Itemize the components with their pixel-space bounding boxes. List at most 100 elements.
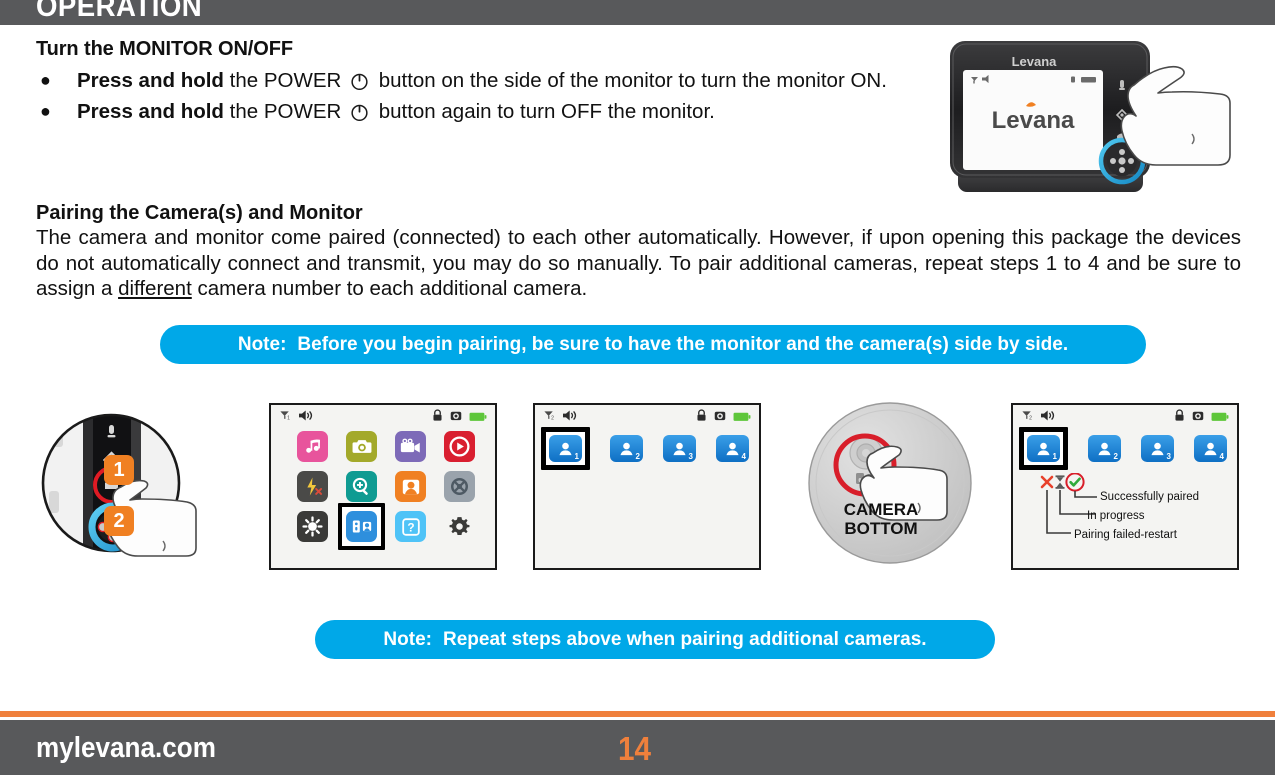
camera-number-row: 1 2 3 4	[1019, 427, 1227, 470]
svg-text:2: 2	[551, 416, 554, 422]
nightlight-off-icon[interactable]	[297, 471, 328, 502]
bullet-2-bold: Press and hold	[77, 100, 224, 123]
camera-select-screen-panel: 2 1 2 3 4	[533, 403, 761, 570]
brightness-icon[interactable]	[297, 511, 328, 542]
paragraph-underlined-word: different	[118, 277, 192, 300]
note-banner-bottom: Note: Repeat steps above when pairing ad…	[315, 620, 995, 659]
battery-icon	[1211, 409, 1229, 427]
bullet-dot-icon: ●	[40, 101, 51, 121]
status-bar: 1	[271, 405, 495, 427]
status-bar-right	[432, 409, 487, 427]
status-bar-right	[696, 409, 751, 427]
monitor-device-illustration: Levana Levana	[930, 28, 1250, 203]
camera-bottom-label: CAMERA BOTTOM	[826, 500, 936, 538]
settings-icon[interactable]	[444, 511, 475, 542]
bullet-1-bold: Press and hold	[77, 69, 224, 92]
lock-icon	[696, 409, 707, 427]
bullet-2-before: the POWER	[223, 100, 347, 123]
power-icon	[350, 100, 369, 122]
bullet-2-after: button again to turn OFF the monitor.	[373, 100, 715, 123]
svg-text:Levana: Levana	[1012, 54, 1058, 69]
status-bar-left: 2	[543, 409, 577, 427]
signal-icon: 2	[543, 409, 556, 427]
camera-number-row: 1 2 3 4	[541, 427, 749, 470]
camera-icon	[1192, 409, 1204, 427]
camera-bottom-label-line2: BOTTOM	[844, 519, 918, 538]
monitor-menu-screen-panel: 1 ?	[269, 403, 497, 570]
monitor-button-closeup-illustration: 1 2	[35, 395, 245, 575]
camera-slot-icon[interactable]: 1	[1027, 435, 1060, 462]
camera-slot-icon[interactable]: 3	[1141, 435, 1174, 462]
help-icon[interactable]: ?	[395, 511, 426, 542]
pairing-icon[interactable]	[346, 511, 377, 542]
lock-icon	[1174, 409, 1185, 427]
power-icon	[350, 69, 369, 91]
camera-slot-icon[interactable]: 3	[663, 435, 696, 462]
note-top-text: Before you begin pairing, be sure to hav…	[297, 333, 1069, 355]
note-bottom-text: Repeat steps above when pairing addition…	[442, 628, 927, 650]
pairing-steps-panels: 1 2 1 ? 2 1 2 3 4 CAMERA BOTTOM 2 1 2 3 …	[0, 398, 1275, 578]
camera-1-selection-box: 1	[1019, 427, 1068, 470]
camera-slot-number: 1	[574, 452, 579, 461]
camera-1-selection-box: 1	[541, 427, 590, 470]
lullaby-icon[interactable]	[297, 431, 328, 462]
camera-slot-number: 3	[1166, 452, 1171, 461]
camera-icon	[450, 409, 462, 427]
camera-slot-number: 3	[688, 452, 693, 461]
svg-text:2: 2	[1029, 416, 1032, 422]
svg-text:1: 1	[287, 416, 290, 422]
legend-label-inprogress: In progress	[1087, 510, 1145, 522]
camera-slot-icon[interactable]: 4	[716, 435, 749, 462]
volume-icon	[298, 409, 313, 427]
status-bar-right	[1174, 409, 1229, 427]
page-header-bar: OPERATION	[0, 0, 1275, 25]
battery-icon	[469, 409, 487, 427]
step-badge-1: 1	[104, 455, 134, 485]
pan-tilt-icon[interactable]	[444, 471, 475, 502]
camera-slot-number: 4	[1219, 452, 1224, 461]
svg-text:Levana: Levana	[992, 107, 1075, 134]
footer-website: mylevana.com	[36, 732, 216, 764]
page-title: OPERATION	[36, 0, 203, 23]
camera-slot-icon[interactable]: 2	[1088, 435, 1121, 462]
camera-bottom-label-line1: CAMERA	[843, 500, 919, 519]
note-top-label: Note:	[237, 333, 287, 355]
pairing-status-screen-panel: 2 1 2 3 4 Successfully paired In progres…	[1011, 403, 1239, 570]
pairing-icon-selection-box	[338, 503, 385, 550]
camera-slot-icon[interactable]: 2	[610, 435, 643, 462]
signal-icon: 1	[279, 409, 292, 427]
paragraph-part-2: camera number to each additional camera.	[191, 277, 588, 300]
menu-icon-grid: ?	[288, 431, 484, 550]
pairing-status-legend: Successfully paired In progress Pairing …	[1040, 473, 1236, 563]
bullet-1-after: button on the side of the monitor to tur…	[373, 69, 887, 92]
zoom-icon[interactable]	[346, 471, 377, 502]
camera-slot-icon[interactable]: 4	[1194, 435, 1227, 462]
bullet-dot-icon: ●	[40, 70, 51, 90]
legend-label-failed: Pairing failed-restart	[1074, 529, 1177, 541]
signal-icon: 2	[1021, 409, 1034, 427]
lock-icon	[432, 409, 443, 427]
status-bar: 2	[535, 405, 759, 427]
status-bar-left: 1	[279, 409, 313, 427]
camera-slot-number: 1	[1052, 452, 1057, 461]
status-bar-left: 2	[1021, 409, 1055, 427]
battery-icon	[733, 409, 751, 427]
footer-page-number: 14	[618, 730, 652, 767]
photo-icon[interactable]	[346, 431, 377, 462]
camera-slot-icon[interactable]: 1	[549, 435, 582, 462]
pairing-paragraph: The camera and monitor come paired (conn…	[36, 225, 1241, 302]
volume-icon	[1040, 409, 1055, 427]
step-badge-2: 2	[104, 506, 134, 536]
note-banner-top: Note: Before you begin pairing, be sure …	[160, 325, 1146, 364]
camera-slot-number: 2	[1113, 452, 1118, 461]
footer-accent-rule	[0, 711, 1275, 717]
camera-view-icon[interactable]	[395, 471, 426, 502]
camera-bottom-illustration: CAMERA BOTTOM	[806, 395, 981, 575]
video-icon[interactable]	[395, 431, 426, 462]
camera-slot-number: 4	[741, 452, 746, 461]
legend-label-success: Successfully paired	[1100, 491, 1200, 503]
page-footer-bar: mylevana.com 14	[0, 720, 1275, 775]
status-bar: 2	[1013, 405, 1237, 427]
playback-icon[interactable]	[444, 431, 475, 462]
bullet-1-before: the POWER	[223, 69, 347, 92]
